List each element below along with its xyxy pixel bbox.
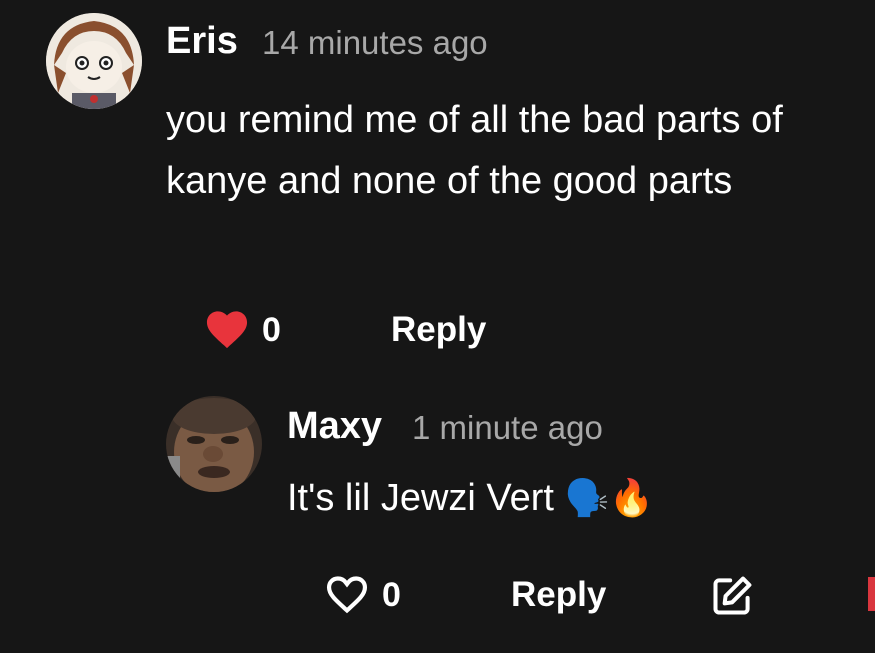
avatar[interactable] bbox=[46, 13, 142, 109]
comment-text: you remind me of all the bad parts of ka… bbox=[166, 99, 783, 202]
reply-author[interactable]: Maxy bbox=[287, 405, 382, 448]
comment-timestamp: 14 minutes ago bbox=[262, 24, 488, 61]
heart-outline-icon bbox=[324, 573, 370, 617]
like-button[interactable]: 0 bbox=[204, 308, 281, 352]
heart-icon bbox=[204, 308, 250, 352]
comment-thread: Eris 14 minutes ago you remind me of all… bbox=[0, 0, 875, 653]
reply-timestamp: 1 minute ago bbox=[412, 409, 603, 446]
reply-button[interactable]: Reply bbox=[391, 310, 486, 350]
like-count: 0 bbox=[262, 310, 281, 349]
reply-text-row: It's lil Jewzi Vert 🗣️🔥 bbox=[287, 474, 654, 522]
edit-icon[interactable] bbox=[709, 574, 755, 618]
reply-emojis: 🗣️🔥 bbox=[564, 477, 655, 518]
reply-text: It's lil Jewzi Vert bbox=[287, 477, 554, 519]
reply-like-count: 0 bbox=[382, 575, 401, 614]
reply-reply-button[interactable]: Reply bbox=[511, 575, 606, 615]
reply-like-button[interactable]: 0 bbox=[324, 573, 401, 617]
reply-avatar[interactable] bbox=[166, 396, 262, 492]
partial-action-icon[interactable] bbox=[868, 577, 875, 611]
reply-avatar-image bbox=[166, 396, 262, 492]
comment-author[interactable]: Eris bbox=[166, 20, 238, 63]
avatar-image bbox=[46, 13, 142, 109]
